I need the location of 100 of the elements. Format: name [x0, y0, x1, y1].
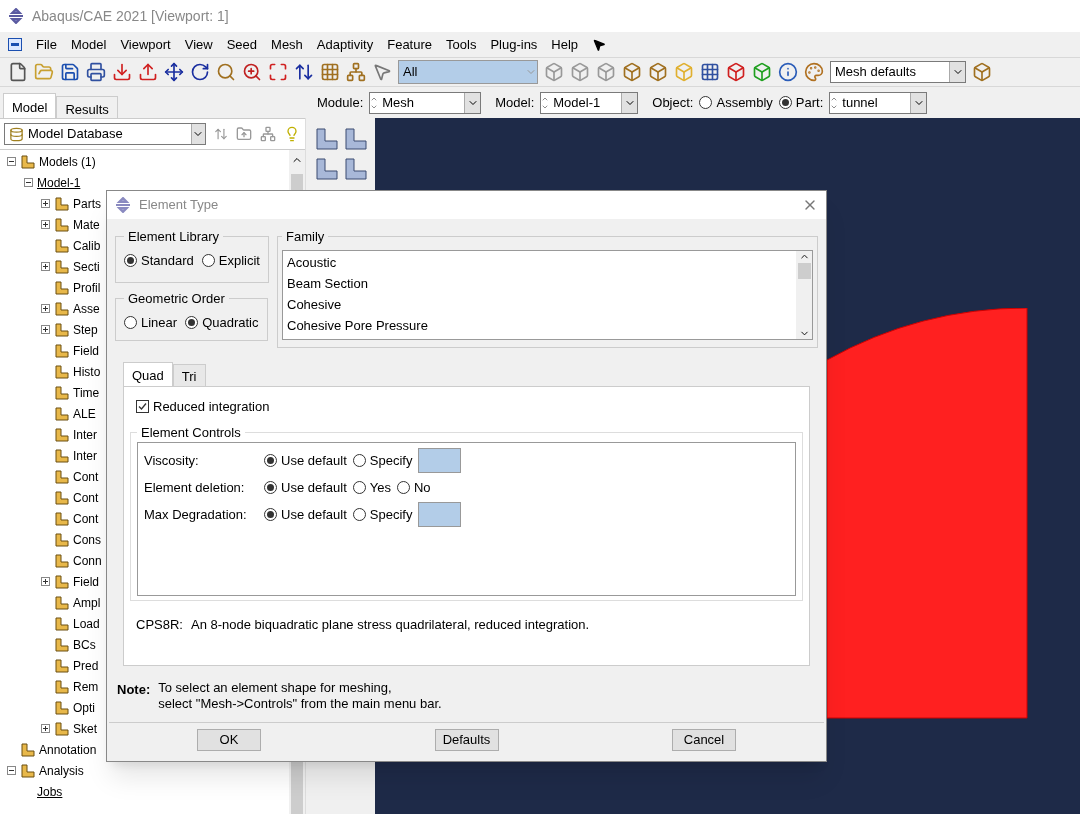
tree-item[interactable]: Opti — [73, 698, 95, 717]
tree-item[interactable]: Cont — [73, 488, 99, 507]
dialog-tab[interactable]: Quad — [123, 362, 173, 386]
render-style-combo[interactable]: Mesh defaults — [830, 61, 966, 83]
menu-item[interactable]: Plug-ins — [490, 34, 538, 55]
radio-button[interactable] — [264, 454, 277, 467]
radio-button[interactable] — [264, 508, 277, 521]
menu-item[interactable]: File — [36, 34, 57, 55]
toolbar-icon[interactable] — [190, 62, 210, 82]
scrollbar[interactable] — [796, 250, 812, 339]
toolbar-icon[interactable] — [138, 62, 158, 82]
radio-button[interactable] — [264, 481, 277, 494]
sort-icon[interactable] — [214, 127, 228, 141]
radio-button[interactable] — [352, 508, 366, 521]
panel-tab[interactable]: Results — [56, 96, 118, 118]
radio-button[interactable] — [352, 454, 366, 467]
tree-item[interactable]: Step — [73, 320, 98, 339]
toolbar-icon[interactable] — [164, 62, 184, 82]
tree-item[interactable]: Secti — [73, 257, 100, 276]
expand-icon[interactable] — [41, 325, 50, 334]
tree-item[interactable]: Histo — [73, 362, 101, 381]
tree-item[interactable]: Model-1 — [37, 173, 81, 192]
tree-item[interactable]: Conn — [73, 551, 102, 570]
radio-button[interactable] — [201, 253, 215, 267]
l-shape-icon[interactable] — [342, 156, 369, 182]
part-combo[interactable]: tunnel — [829, 91, 928, 114]
toolbar-icon[interactable] — [112, 62, 132, 82]
tree-item[interactable]: Cont — [73, 467, 99, 486]
window-menu-icon[interactable] — [8, 38, 22, 51]
tree-item[interactable]: Models (1) — [39, 152, 96, 171]
tree-item[interactable]: Jobs — [37, 782, 63, 801]
toolbar-icon[interactable] — [700, 62, 720, 82]
tree-item[interactable]: Field — [73, 572, 99, 591]
l-shape-icon[interactable] — [314, 156, 340, 182]
tree-item[interactable]: Mate — [73, 215, 100, 234]
toolbar-icon[interactable] — [60, 62, 80, 82]
toolbar-icon[interactable] — [86, 62, 106, 82]
toolbar-icon[interactable] — [8, 62, 28, 82]
tree-item[interactable]: Sket — [73, 719, 97, 738]
help-pointer-icon[interactable] — [592, 37, 607, 52]
menu-item[interactable]: View — [184, 34, 213, 55]
panel-tab[interactable]: Model — [3, 93, 57, 118]
expand-icon[interactable] — [41, 304, 50, 313]
list-item[interactable]: Cohesive — [287, 293, 796, 315]
module-combo[interactable]: Mesh — [369, 91, 482, 114]
toolbar-icon[interactable] — [268, 62, 288, 82]
dialog-button[interactable]: OK — [197, 729, 261, 751]
tree-item[interactable]: Parts — [73, 194, 101, 213]
list-item[interactable]: Cohesive Pore Pressure — [287, 314, 796, 336]
radio-button[interactable] — [124, 253, 137, 267]
tree-item[interactable]: Inter — [73, 425, 97, 444]
menu-item[interactable]: Viewport — [120, 34, 171, 55]
tree-item[interactable]: Ampl — [73, 593, 101, 612]
menu-item[interactable]: Seed — [226, 34, 258, 55]
tree-item[interactable]: BCs — [73, 635, 96, 654]
value-field[interactable] — [418, 502, 462, 527]
tree-item[interactable]: Inter — [73, 446, 97, 465]
dialog-button[interactable]: Cancel — [672, 729, 736, 751]
tree-item[interactable]: Profil — [73, 278, 101, 297]
menu-item[interactable]: Model — [70, 34, 107, 55]
tree-item[interactable]: Cons — [73, 530, 101, 549]
tree-item[interactable]: Field — [73, 341, 99, 360]
menu-item[interactable]: Mesh — [271, 34, 303, 55]
expand-icon[interactable] — [41, 724, 50, 733]
list-item[interactable]: Acoustic — [287, 251, 796, 273]
menu-item[interactable]: Help — [551, 34, 579, 55]
model-combo[interactable]: Model-1 — [540, 91, 639, 114]
toolbar-icon[interactable] — [726, 62, 746, 82]
value-field[interactable] — [418, 448, 462, 473]
collapse-icon[interactable] — [7, 157, 16, 166]
tree-item[interactable]: Calib — [73, 236, 101, 255]
toolbar-icon[interactable] — [294, 62, 314, 82]
menu-item[interactable]: Feature — [387, 34, 433, 55]
l-shape-icon[interactable] — [342, 126, 369, 152]
radio-button[interactable] — [352, 481, 366, 494]
tree-item[interactable]: Load — [73, 614, 100, 633]
checkbox[interactable] — [136, 400, 149, 414]
expand-icon[interactable] — [41, 199, 50, 208]
menu-item[interactable]: Adaptivity — [316, 34, 374, 55]
dialog-tab[interactable]: Tri — [172, 364, 206, 386]
expand-icon[interactable] — [41, 262, 50, 271]
radio-button[interactable] — [397, 481, 410, 494]
expand-icon[interactable] — [41, 220, 50, 229]
tree-item[interactable]: Annotation — [39, 740, 97, 759]
list-item[interactable]: Beam Section — [287, 272, 796, 294]
toolbar-icon[interactable] — [778, 62, 798, 82]
tree-item[interactable]: Analysis — [39, 761, 84, 780]
tree-item[interactable]: Cont — [73, 509, 99, 528]
tree-item[interactable]: Pred — [73, 656, 99, 675]
expand-icon[interactable] — [41, 577, 50, 586]
tree-item[interactable]: ALE — [73, 404, 96, 423]
tree-network-icon[interactable] — [260, 126, 276, 142]
radio-button[interactable] — [778, 96, 792, 109]
l-shape-icon[interactable] — [314, 126, 340, 152]
radio-button[interactable] — [185, 315, 199, 329]
scroll-thumb[interactable] — [797, 262, 811, 279]
collapse-icon[interactable] — [24, 178, 33, 187]
radio-button[interactable] — [124, 315, 137, 329]
menu-item[interactable]: Tools — [446, 34, 477, 55]
selection-filter-combo[interactable]: All — [398, 60, 538, 84]
